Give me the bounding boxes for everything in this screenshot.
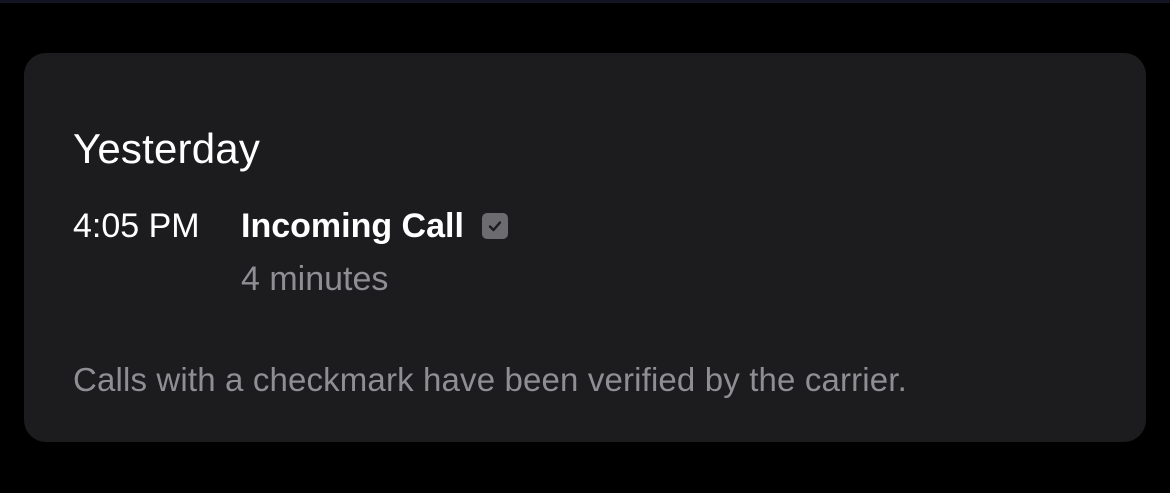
- verification-footnote: Calls with a checkmark have been verifie…: [73, 361, 907, 398]
- checkmark-square-icon: [481, 213, 508, 239]
- call-details-card: Yesterday 4:05 PM Incoming Call 4 minute…: [24, 53, 1146, 442]
- call-type-label: Incoming Call: [241, 207, 464, 245]
- call-type-row: Incoming Call: [241, 206, 508, 246]
- top-divider: [0, 0, 1170, 3]
- call-duration: 4 minutes: [241, 260, 389, 298]
- call-time: 4:05 PM: [73, 207, 200, 245]
- section-title: Yesterday: [73, 125, 261, 172]
